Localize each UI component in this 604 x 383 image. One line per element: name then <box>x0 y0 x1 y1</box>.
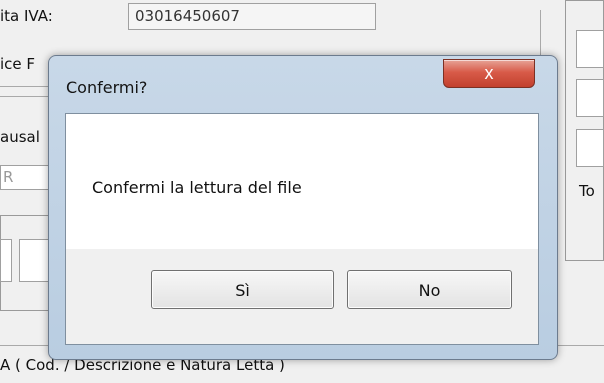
vat-field[interactable]: 03016450607 <box>128 3 376 30</box>
right-label: To <box>579 182 595 200</box>
reason-field[interactable]: R <box>0 165 52 190</box>
yes-button[interactable]: Sì <box>151 270 334 309</box>
reason-label: ausal <box>0 128 40 146</box>
close-icon: x <box>484 63 494 83</box>
application-window: ita IVA: 03016450607 ice F ausal R To A … <box>0 0 604 383</box>
dialog-title: Confermi? <box>66 78 148 97</box>
field-separator <box>0 96 52 97</box>
right-input[interactable] <box>576 79 604 117</box>
dialog-button-bar: Sì No <box>66 249 538 344</box>
field-separator <box>0 86 52 87</box>
vat-label: ita IVA: <box>0 7 53 25</box>
right-input[interactable] <box>576 30 604 68</box>
left-input[interactable] <box>19 239 50 282</box>
dialog-content: Confermi la lettura del file Sì No <box>65 113 539 345</box>
left-input[interactable] <box>0 239 12 282</box>
no-button[interactable]: No <box>347 270 512 309</box>
code-label: ice F <box>0 55 36 73</box>
right-input[interactable] <box>576 129 604 167</box>
reason-value: R <box>3 168 14 186</box>
vat-value: 03016450607 <box>135 7 240 25</box>
message-area: Confermi la lettura del file <box>66 114 538 249</box>
close-button[interactable]: x <box>443 59 535 88</box>
confirmation-message: Confermi la lettura del file <box>92 178 302 197</box>
confirm-dialog: Confermi? x Confermi la lettura del file… <box>48 55 558 360</box>
